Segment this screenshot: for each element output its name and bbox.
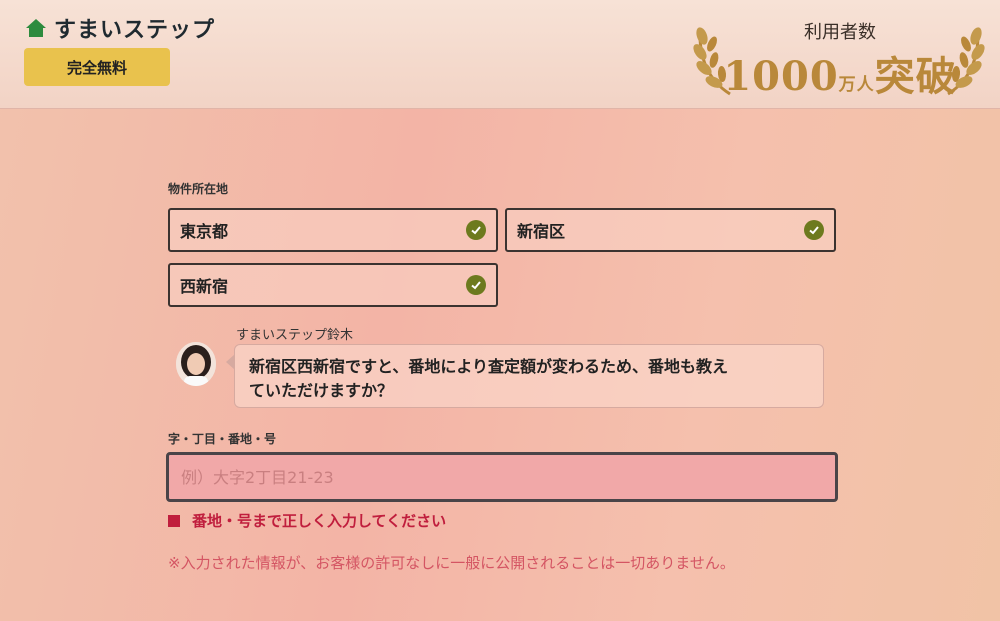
logo-text: すまいステップ [54, 18, 216, 43]
users-count: 1000万人突破 [690, 44, 990, 102]
prefecture-select[interactable]: 東京都 [168, 208, 498, 252]
agent-message-line2: ていただけますか？ [249, 381, 394, 400]
users-label: 利用者数 [804, 22, 876, 43]
users-count-unit-bottom: 人 [856, 75, 875, 95]
site-logo[interactable]: すまいステップ [24, 12, 215, 44]
error-marker-icon [168, 514, 180, 527]
address-label: 字・丁目・番地・号 [168, 432, 277, 446]
town-value: 西新宿 [180, 277, 229, 296]
town-select[interactable]: 西新宿 [168, 263, 498, 307]
users-count-number: 1000 [723, 53, 839, 100]
prefecture-value: 東京都 [180, 222, 229, 241]
location-label: 物件所在地 [168, 182, 229, 196]
agent-message: 新宿区西新宿ですと、番地により査定額が変わるため、番地も教え ていただけますか？ [234, 344, 824, 408]
agent-name: すまいステップ鈴木 [236, 328, 354, 343]
address-error: 番地・号まで正しく入力してください [168, 510, 446, 531]
error-text: 番地・号まで正しく入力してください [192, 512, 447, 530]
agent-message-line1: 新宿区西新宿ですと、番地により査定額が変わるため、番地も教え [249, 357, 729, 376]
users-count-suffix: 突破 [874, 53, 957, 100]
city-value: 新宿区 [517, 222, 566, 241]
agent-avatar [176, 342, 216, 386]
users-count-badge: 利用者数 1000万人突破 [690, 10, 990, 100]
check-circle-icon [466, 220, 486, 240]
free-badge: 完全無料 [24, 48, 170, 86]
site-header: すまいステップ 完全無料 利用者数 1000万人突破 [0, 0, 1000, 109]
address-input[interactable] [166, 452, 838, 502]
users-count-unit-top: 万 [838, 75, 857, 95]
city-select[interactable]: 新宿区 [505, 208, 836, 252]
privacy-note: ※入力された情報が、お客様の許可なしに一般に公開されることは一切ありません。 [168, 554, 735, 572]
house-icon [26, 19, 46, 37]
assessment-form: 物件所在地 東京都 新宿区 西新宿 すまいステップ鈴木 新宿区西新宿ですと、番地… [0, 108, 1000, 621]
check-circle-icon [804, 220, 824, 240]
check-circle-icon [466, 275, 486, 295]
